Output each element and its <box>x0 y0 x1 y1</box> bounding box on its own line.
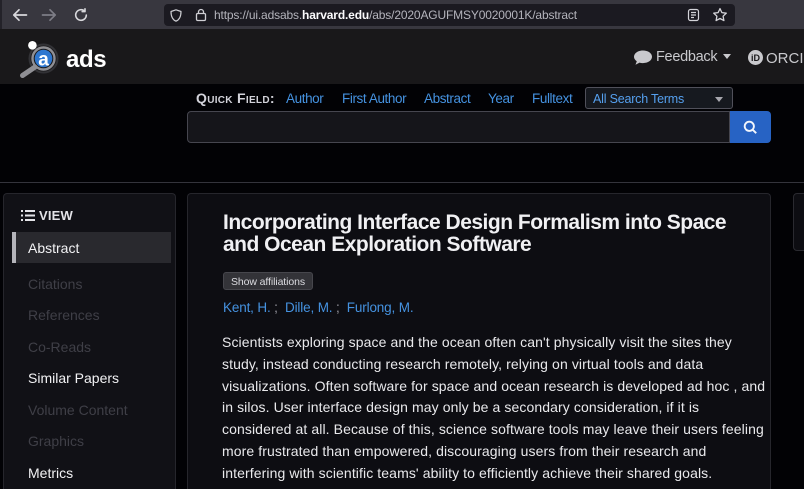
svg-text:iD: iD <box>751 53 761 63</box>
svg-text:a: a <box>38 50 49 71</box>
